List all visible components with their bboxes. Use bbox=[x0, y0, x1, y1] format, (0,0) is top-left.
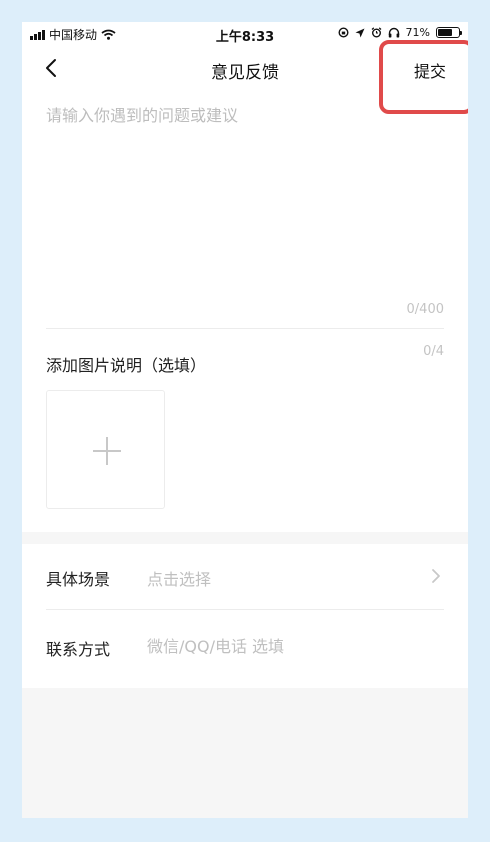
contact-label: 联系方式 bbox=[46, 640, 111, 659]
navigation-bar: 意见反馈 提交 bbox=[22, 46, 468, 92]
headphones-icon bbox=[388, 27, 399, 38]
alarm-icon bbox=[371, 27, 381, 38]
rotation-lock-icon bbox=[338, 27, 349, 38]
add-image-button[interactable] bbox=[46, 390, 165, 509]
status-bar: 中国移动 上午8:33 71% bbox=[22, 22, 468, 46]
feedback-input[interactable] bbox=[46, 102, 444, 302]
battery-percent: 71% bbox=[405, 26, 430, 39]
scene-selector[interactable]: 具体场景 点击选择 bbox=[46, 544, 444, 610]
contact-input[interactable] bbox=[147, 634, 437, 658]
battery-icon bbox=[436, 27, 462, 38]
details-section: 具体场景 点击选择 联系方式 bbox=[22, 544, 468, 688]
divider bbox=[46, 328, 444, 329]
app-screen: 中国移动 上午8:33 71% 意见反馈 提交 请输入你遇到的问题或建议 0/4… bbox=[22, 22, 468, 818]
location-icon bbox=[355, 28, 365, 37]
submit-button[interactable]: 提交 bbox=[414, 58, 446, 82]
scene-value: 点击选择 bbox=[147, 570, 212, 589]
battery-fill bbox=[438, 29, 453, 36]
page-title: 意见反馈 bbox=[211, 63, 279, 83]
chevron-right-icon bbox=[432, 569, 440, 583]
image-counter: 0/4 bbox=[423, 344, 444, 359]
contact-row: 联系方式 bbox=[46, 614, 444, 680]
add-image-label: 添加图片说明（选填） bbox=[46, 356, 207, 375]
scene-label: 具体场景 bbox=[46, 570, 111, 589]
feedback-char-counter: 0/400 bbox=[406, 302, 444, 317]
feedback-form: 0/400 添加图片说明（选填） 0/4 bbox=[22, 92, 468, 532]
status-right: 71% bbox=[338, 26, 462, 39]
